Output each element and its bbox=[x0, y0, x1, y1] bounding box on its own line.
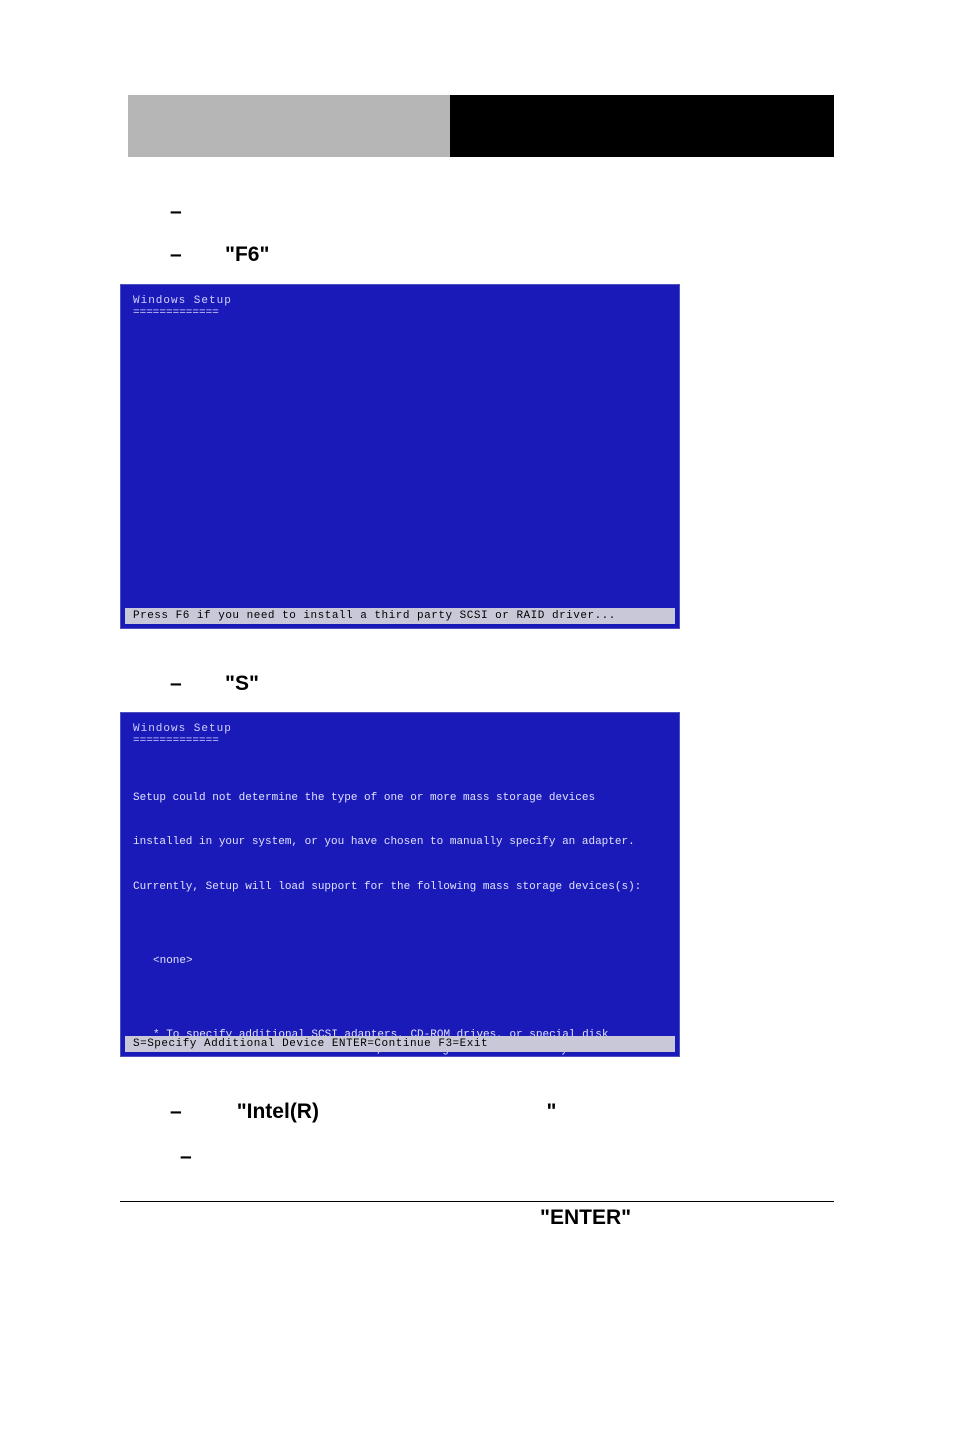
ws2-line3: Currently, Setup will load support for t… bbox=[133, 880, 667, 895]
ws1-underline: ============= bbox=[133, 307, 667, 319]
intel-label: "Intel(R) bbox=[237, 1100, 319, 1123]
step-4: – "Intel(R) " bbox=[170, 1097, 834, 1126]
s-key: "S" bbox=[225, 672, 259, 695]
header-bar bbox=[128, 95, 834, 157]
step-4-text: "Intel(R) " bbox=[190, 1097, 834, 1126]
screenshot-2: Windows Setup ============= Setup could … bbox=[120, 712, 834, 1057]
enter-line: "ENTER" bbox=[540, 1202, 834, 1234]
step-3-text: "S" bbox=[190, 669, 834, 698]
step-3: – "S" bbox=[170, 669, 834, 698]
ws1-footer: Press F6 if you need to install a third … bbox=[125, 608, 675, 624]
ws2-line2: installed in your system, or you have ch… bbox=[133, 835, 667, 850]
intel-end-quote: " bbox=[547, 1100, 557, 1123]
step-2-text: "F6" bbox=[190, 240, 834, 269]
f6-key: "F6" bbox=[225, 243, 269, 266]
step-1-text bbox=[190, 197, 834, 226]
dash-1: – bbox=[170, 197, 190, 226]
dash-4: – bbox=[170, 1097, 190, 1126]
step-5: – bbox=[180, 1141, 834, 1173]
ws1-title: Windows Setup bbox=[133, 295, 667, 307]
ws2-footer: S=Specify Additional Device ENTER=Contin… bbox=[125, 1036, 675, 1052]
ws2-title: Windows Setup bbox=[133, 723, 667, 735]
dash-2: – bbox=[170, 240, 190, 269]
dash-3: – bbox=[170, 669, 190, 698]
ws2-underline: ============= bbox=[133, 735, 667, 747]
dash-5: – bbox=[180, 1141, 200, 1173]
step-2: – "F6" bbox=[170, 240, 834, 269]
enter-key: "ENTER" bbox=[540, 1206, 631, 1229]
footer-rule bbox=[120, 1201, 834, 1202]
screenshot-1: Windows Setup ============= Press F6 if … bbox=[120, 284, 834, 629]
step-1: – bbox=[170, 197, 834, 226]
ws2-line1: Setup could not determine the type of on… bbox=[133, 791, 667, 806]
header-right bbox=[450, 95, 834, 157]
header-left bbox=[128, 95, 450, 157]
ws2-none: <none> bbox=[153, 954, 667, 969]
